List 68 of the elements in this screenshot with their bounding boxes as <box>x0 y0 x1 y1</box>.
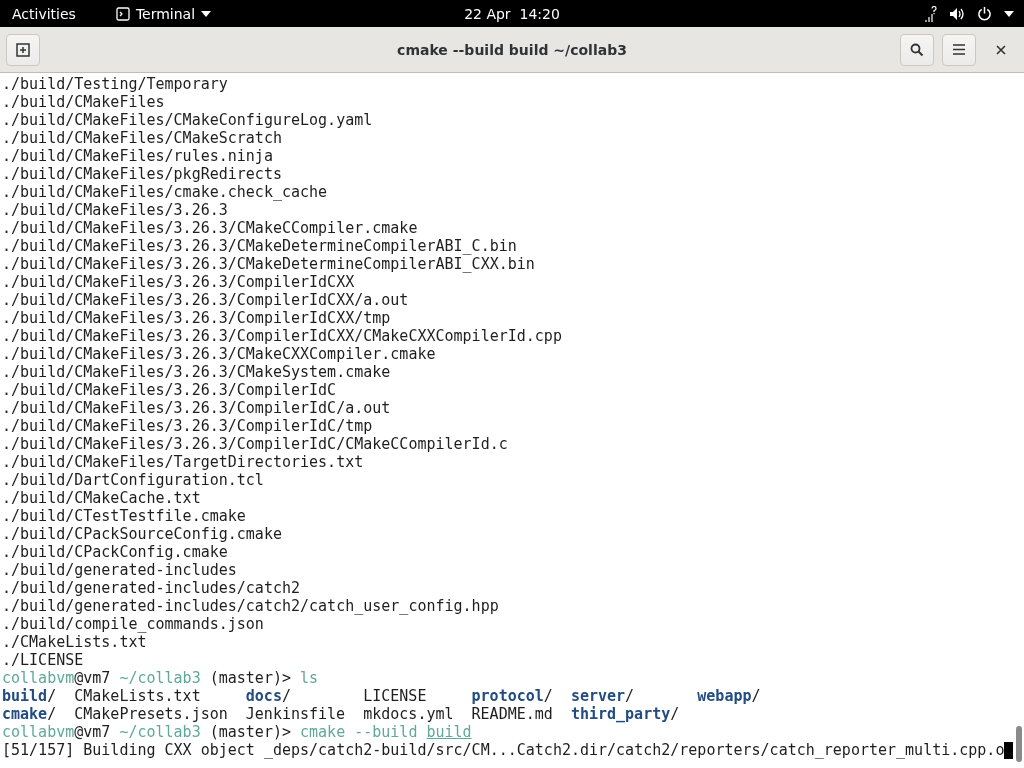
output-line: ./build/CMakeFiles/3.26.3/CMakeSystem.cmake <box>2 363 391 381</box>
output-line: ./build/CPackSourceConfig.cmake <box>2 525 282 543</box>
close-icon <box>996 44 1006 55</box>
output-line: ./CMakeLists.txt <box>2 633 147 651</box>
directory-name: protocol/ <box>471 687 553 705</box>
directory-name: server/ <box>570 687 635 705</box>
file-name: mkdocs.yml <box>363 705 454 723</box>
output-line: ./build/CMakeFiles/CMakeConfigureLog.yaml <box>2 111 373 129</box>
output-line: ./build/DartConfiguration.tcl <box>2 471 264 489</box>
window-title: cmake --build build ~/collab3 <box>397 41 627 58</box>
new-tab-button[interactable] <box>6 33 40 66</box>
output-line: ./build/CPackConfig.cmake <box>2 543 228 561</box>
caret-icon <box>201 10 212 17</box>
output-line: ./build/CMakeFiles/TargetDirectories.txt <box>2 453 364 471</box>
caret-icon[interactable] <box>1004 10 1014 17</box>
output-line: ./build/generated-includes/catch2/catch_user_config.hpp <box>2 597 499 615</box>
clock[interactable]: 22 Apr 14:20 <box>464 5 560 22</box>
output-line: ./build/CMakeFiles/3.26.3/CompilerIdC/a.out <box>2 399 391 417</box>
text-cursor <box>1004 741 1014 759</box>
prompt-line: collabvm@vm7 ~/collab3 (master)> cmake --build build <box>2 723 472 741</box>
directory-name: build/ <box>2 687 57 705</box>
output-line: ./build/CMakeFiles/CMakeScratch <box>2 129 282 147</box>
volume-icon[interactable] <box>949 6 965 21</box>
output-line: ./build/CMakeFiles/rules.ninja <box>2 147 273 165</box>
output-line: ./build/generated-includes <box>2 561 237 579</box>
directory-name: docs/ <box>245 687 291 705</box>
output-line: ./build/CMakeFiles/pkgRedirects <box>2 165 282 183</box>
output-line: ./build/CMakeFiles/3.26.3/CMakeCCompiler.cmake <box>2 219 418 237</box>
power-icon[interactable] <box>977 6 992 21</box>
output-line: ./build/CMakeCache.txt <box>2 489 201 507</box>
file-name: CMakeLists.txt <box>74 687 201 705</box>
file-name: Jenkinsfile <box>245 705 346 723</box>
plus-box-icon <box>16 42 30 57</box>
output-line: [51/157] Building CXX object _deps/catch2-build/src/CM...Catch2.dir/catch2/reporters/catch_reporter_multi.cpp.o <box>2 741 1005 759</box>
terminal-icon <box>115 6 130 21</box>
output-line: ./build/CTestTestfile.cmake <box>2 507 246 525</box>
scrollbar-thumb[interactable] <box>1016 726 1022 762</box>
output-line: ./build/generated-includes/catch2 <box>2 579 300 597</box>
directory-name: cmake/ <box>2 705 57 723</box>
output-line: ./build/CMakeFiles/3.26.3/CompilerIdCXX/a.out <box>2 291 409 309</box>
output-line: ./build/CMakeFiles <box>2 93 165 111</box>
activities-button[interactable]: Activities <box>12 5 76 22</box>
output-line: ./build/compile_commands.json <box>2 615 264 633</box>
file-name: CMakePresets.json <box>74 705 228 723</box>
directory-name: third_party/ <box>570 705 680 723</box>
output-line: ./build/CMakeFiles/3.26.3/CompilerIdC <box>2 381 337 399</box>
output-line: ./build/CMakeFiles/3.26.3/CompilerIdC/tmp <box>2 417 373 435</box>
output-line: ./build/CMakeFiles/3.26.3/CMakeDetermineCompilerABI_CXX.bin <box>2 255 535 273</box>
menu-button[interactable] <box>942 33 976 66</box>
directory-name: webapp/ <box>697 687 761 705</box>
output-line: ./build/CMakeFiles/3.26.3/CompilerIdC/CMakeCCompilerId.c <box>2 435 508 453</box>
output-line: ./build/CMakeFiles/3.26.3/CompilerIdCXX <box>2 273 355 291</box>
file-name: README.md <box>471 705 553 723</box>
output-line: ./build/CMakeFiles/3.26.3/CMakeDetermineCompilerABI_C.bin <box>2 237 517 255</box>
output-line: ./LICENSE <box>2 651 84 669</box>
output-line: ./build/CMakeFiles/cmake.check_cache <box>2 183 328 201</box>
search-icon <box>910 42 924 57</box>
output-line: ./build/CMakeFiles/3.26.3/CMakeCXXCompiler.cmake <box>2 345 436 363</box>
app-menu[interactable]: Terminal <box>115 5 212 22</box>
output-line: ./build/CMakeFiles/3.26.3/CompilerIdCXX/tmp <box>2 309 391 327</box>
search-button[interactable] <box>900 33 934 66</box>
output-line: ./build/CMakeFiles/3.26.3/CompilerIdCXX/CMakeCXXCompilerId.cpp <box>2 327 562 345</box>
prompt-line: collabvm@vm7 ~/collab3 (master)> ls <box>2 669 319 687</box>
file-name: LICENSE <box>363 687 427 705</box>
menu-icon <box>953 44 965 55</box>
network-question-icon[interactable] <box>923 5 937 22</box>
output-line: ./build/Testing/Temporary <box>2 75 228 93</box>
output-line: ./build/CMakeFiles/3.26.3 <box>2 201 228 219</box>
